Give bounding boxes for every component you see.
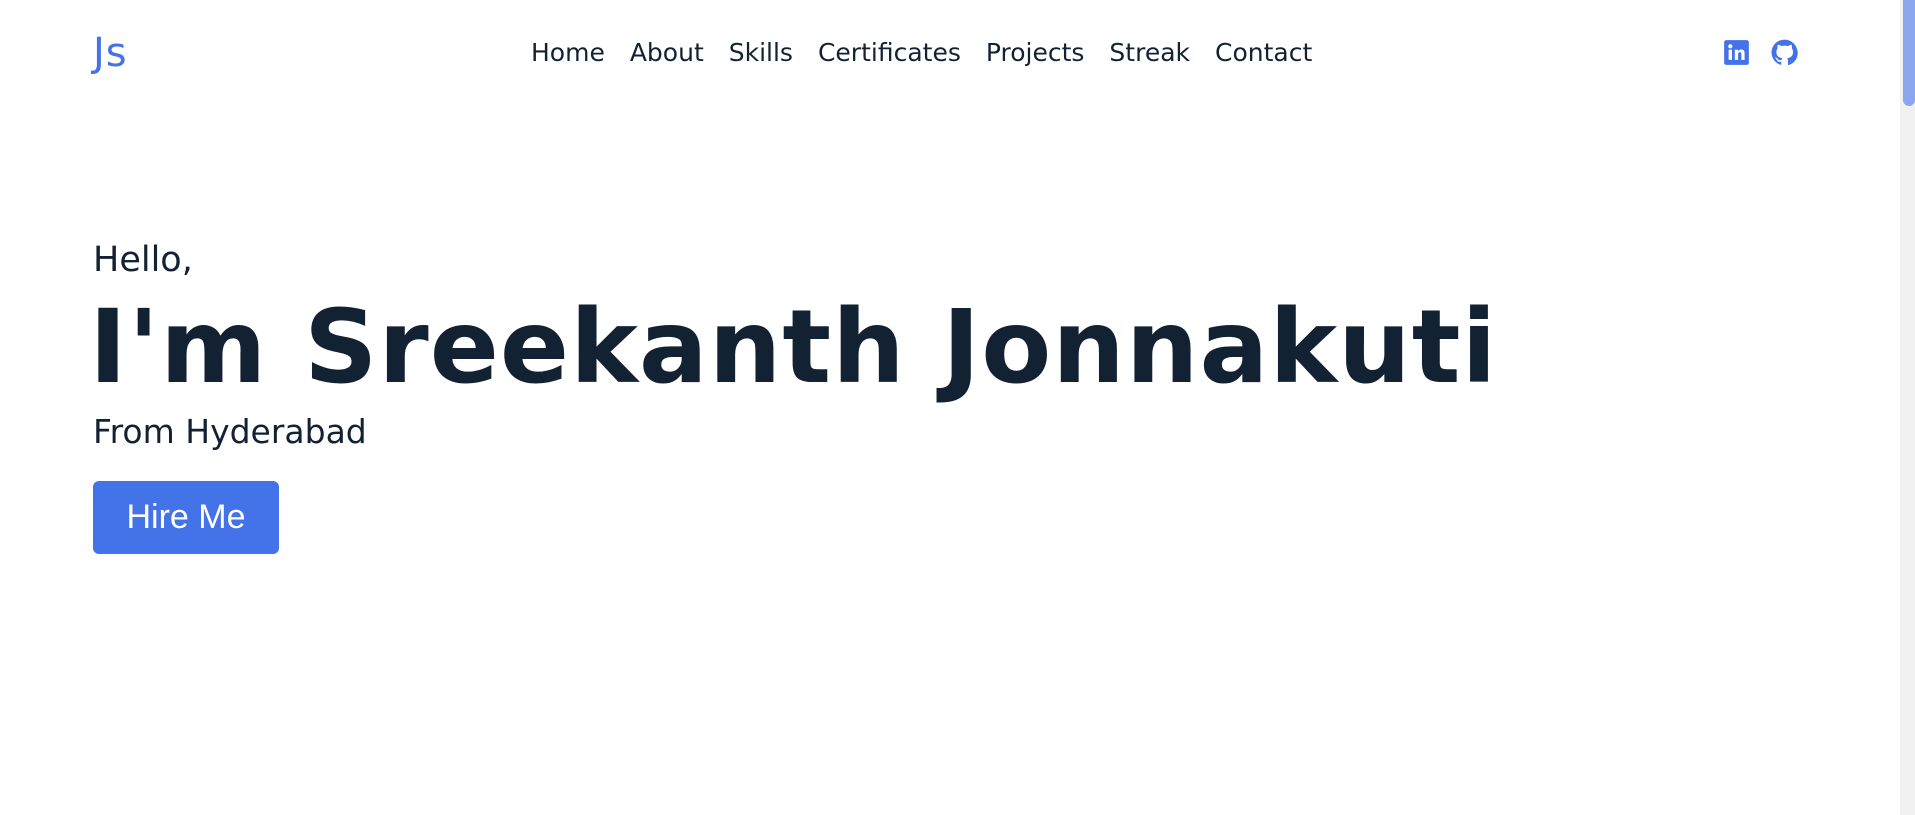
nav-skills[interactable]: Skills [729,36,793,70]
page-scrollbar[interactable] [1900,0,1915,815]
nav-projects[interactable]: Projects [986,36,1085,70]
social-links [1723,39,1798,66]
github-icon[interactable] [1771,39,1798,66]
nav-about[interactable]: About [630,36,704,70]
hero-name: I'm Sreekanth Jonnakuti [89,288,1498,407]
site-logo[interactable]: Js [93,30,128,76]
site-header: Js Home About Skills Certificates Projec… [0,0,1900,106]
nav-certificates[interactable]: Certificates [818,36,961,70]
scrollbar-thumb[interactable] [1903,0,1915,106]
linkedin-icon[interactable] [1723,39,1750,66]
hire-me-button[interactable]: Hire Me [93,481,279,554]
hero-location: From Hyderabad [93,412,367,451]
nav-home[interactable]: Home [531,36,605,70]
nav-streak[interactable]: Streak [1109,36,1190,70]
main-nav: Home About Skills Certificates Projects … [531,36,1312,70]
hero-section: Hello, I'm Sreekanth Jonnakuti From Hyde… [89,235,1498,554]
hero-greeting: Hello, [93,240,193,280]
nav-contact[interactable]: Contact [1215,36,1312,70]
